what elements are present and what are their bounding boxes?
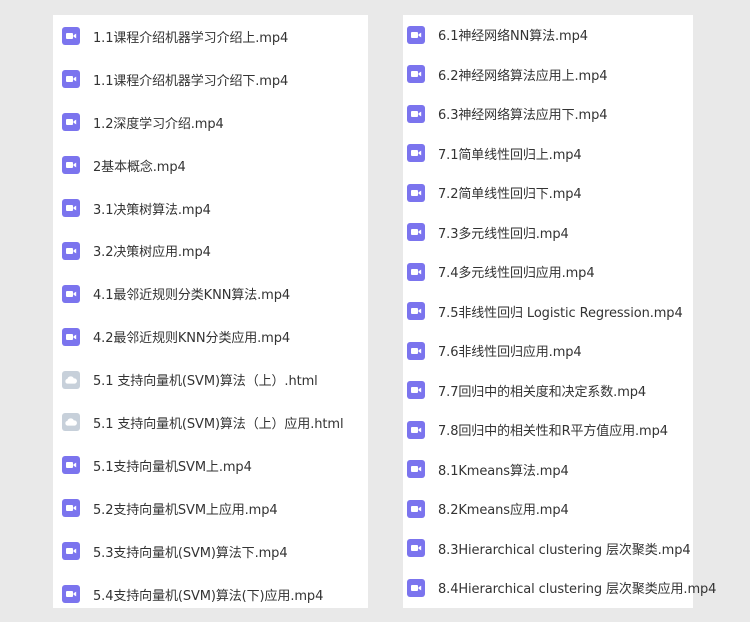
file-item[interactable]: 5.1 支持向量机(SVM)算法（上）应用.html (53, 401, 368, 444)
video-file-icon (62, 27, 80, 46)
file-name: 7.6非线性回归应用.mp4 (438, 345, 582, 361)
file-list-left: 1.1课程介绍机器学习介绍上.mp4 1.1课程介绍机器学习介绍下.mp4 1.2深… (53, 15, 368, 615)
video-file-icon (62, 499, 80, 518)
file-name: 1.1课程介绍机器学习介绍上.mp4 (93, 30, 289, 46)
file-item[interactable]: 7.3多元线性回归.mp4 (403, 213, 693, 253)
file-name: 5.1 支持向量机(SVM)算法（上）.html (93, 374, 318, 390)
video-file-icon (62, 327, 80, 346)
file-name: 5.2支持向量机SVM上应用.mp4 (93, 502, 278, 518)
file-item[interactable]: 5.2支持向量机SVM上应用.mp4 (53, 487, 368, 530)
file-item[interactable]: 1.1课程介绍机器学习介绍下.mp4 (53, 58, 368, 101)
file-item[interactable]: 8.3Hierarchical clustering 层次聚类.mp4 (403, 529, 693, 569)
file-name: 1.1课程介绍机器学习介绍下.mp4 (93, 73, 289, 89)
file-name: 5.4支持向量机(SVM)算法(下)应用.mp4 (93, 588, 324, 604)
html-file-icon (62, 370, 80, 389)
video-file-icon (62, 284, 80, 303)
file-name: 3.1决策树算法.mp4 (93, 202, 211, 218)
file-item[interactable]: 3.2决策树应用.mp4 (53, 229, 368, 272)
file-name: 4.2最邻近规则KNN分类应用.mp4 (93, 331, 291, 347)
video-file-icon (407, 381, 425, 400)
video-file-icon (62, 585, 80, 604)
file-list-right-panel: 6.1神经网络NN算法.mp4 6.2神经网络算法应用上.mp4 6.3神经网络算法… (403, 15, 716, 608)
file-list-left-panel: 1.1课程介绍机器学习介绍上.mp4 1.1课程介绍机器学习介绍下.mp4 1.2深… (53, 15, 368, 608)
video-file-icon (407, 262, 425, 281)
video-file-icon (62, 199, 80, 217)
file-name: 7.1简单线性回归上.mp4 (438, 147, 582, 163)
file-item[interactable]: 6.3神经网络算法应用下.mp4 (403, 94, 693, 134)
file-name: 7.4多元线性回归应用.mp4 (438, 266, 595, 282)
file-name: 7.8回归中的相关性和R平方值应用.mp4 (438, 424, 668, 440)
video-file-icon (62, 70, 80, 89)
file-item[interactable]: 8.2Kmeans应用.mp4 (403, 489, 693, 529)
file-item[interactable]: 8.4Hierarchical clustering 层次聚类应用.mp4 (403, 568, 716, 608)
file-item[interactable]: 6.2神经网络算法应用上.mp4 (403, 55, 693, 95)
file-name: 5.1支持向量机SVM上.mp4 (93, 459, 252, 475)
file-item[interactable]: 6.1神经网络NN算法.mp4 (403, 15, 693, 55)
file-item[interactable]: 1.1课程介绍机器学习介绍上.mp4 (53, 15, 368, 58)
file-name: 5.1 支持向量机(SVM)算法（上）应用.html (93, 416, 344, 432)
file-item[interactable]: 3.1决策树算法.mp4 (53, 187, 368, 230)
video-file-icon (407, 420, 425, 439)
video-file-icon (407, 65, 425, 84)
file-item[interactable]: 8.1Kmeans算法.mp4 (403, 450, 693, 490)
file-name: 5.3支持向量机(SVM)算法下.mp4 (93, 545, 288, 561)
video-file-icon (407, 539, 425, 558)
file-name: 8.2Kmeans应用.mp4 (438, 503, 569, 519)
html-file-icon (62, 413, 80, 432)
video-file-icon (407, 223, 425, 242)
file-item[interactable]: 7.4多元线性回归应用.mp4 (403, 252, 693, 292)
video-file-icon (62, 456, 80, 475)
file-item[interactable]: 7.2简单线性回归下.mp4 (403, 173, 693, 213)
file-item[interactable]: 7.1简单线性回归上.mp4 (403, 134, 693, 174)
file-name: 8.1Kmeans算法.mp4 (438, 463, 569, 479)
file-item[interactable]: 1.2深度学习介绍.mp4 (53, 101, 368, 144)
file-name: 3.2决策树应用.mp4 (93, 245, 211, 261)
file-name: 8.3Hierarchical clustering 层次聚类.mp4 (438, 542, 691, 558)
file-item[interactable]: 5.4支持向量机(SVM)算法(下)应用.mp4 (53, 573, 368, 616)
video-file-icon (407, 341, 425, 360)
file-item[interactable]: 7.6非线性回归应用.mp4 (403, 331, 693, 371)
file-item[interactable]: 5.1支持向量机SVM上.mp4 (53, 444, 368, 487)
file-name: 2基本概念.mp4 (93, 159, 186, 175)
video-file-icon (62, 156, 80, 175)
file-list-right: 6.1神经网络NN算法.mp4 6.2神经网络算法应用上.mp4 6.3神经网络算法… (403, 15, 716, 608)
file-name: 7.3多元线性回归.mp4 (438, 226, 569, 242)
file-name: 6.2神经网络算法应用上.mp4 (438, 68, 608, 84)
file-name: 7.7回归中的相关度和决定系数.mp4 (438, 384, 647, 400)
file-item[interactable]: 7.7回归中的相关度和决定系数.mp4 (403, 371, 693, 411)
video-file-icon (407, 183, 425, 202)
file-item[interactable]: 4.1最邻近规则分类KNN算法.mp4 (53, 272, 368, 315)
video-file-icon (407, 578, 425, 597)
video-file-icon (407, 144, 425, 163)
file-name: 6.1神经网络NN算法.mp4 (438, 29, 588, 45)
file-item[interactable]: 7.5非线性回归 Logistic Regression.mp4 (403, 292, 693, 332)
file-item[interactable]: 4.2最邻近规则KNN分类应用.mp4 (53, 315, 368, 358)
file-item[interactable]: 2基本概念.mp4 (53, 144, 368, 187)
file-item[interactable]: 5.3支持向量机(SVM)算法下.mp4 (53, 530, 368, 573)
file-name: 7.5非线性回归 Logistic Regression.mp4 (438, 305, 683, 321)
video-file-icon (62, 241, 80, 260)
file-name: 4.1最邻近规则分类KNN算法.mp4 (93, 288, 291, 304)
video-file-icon (407, 302, 425, 321)
file-name: 8.4Hierarchical clustering 层次聚类应用.mp4 (438, 582, 717, 598)
video-file-icon (407, 460, 425, 479)
video-file-icon (407, 25, 425, 44)
file-name: 6.3神经网络算法应用下.mp4 (438, 108, 608, 124)
file-item[interactable]: 5.1 支持向量机(SVM)算法（上）.html (53, 358, 368, 401)
video-file-icon (62, 113, 80, 132)
video-file-icon (62, 542, 80, 561)
file-name: 7.2简单线性回归下.mp4 (438, 187, 582, 203)
video-file-icon (407, 499, 425, 518)
video-file-icon (407, 104, 425, 123)
file-name: 1.2深度学习介绍.mp4 (93, 116, 224, 132)
file-item[interactable]: 7.8回归中的相关性和R平方值应用.mp4 (403, 410, 693, 450)
